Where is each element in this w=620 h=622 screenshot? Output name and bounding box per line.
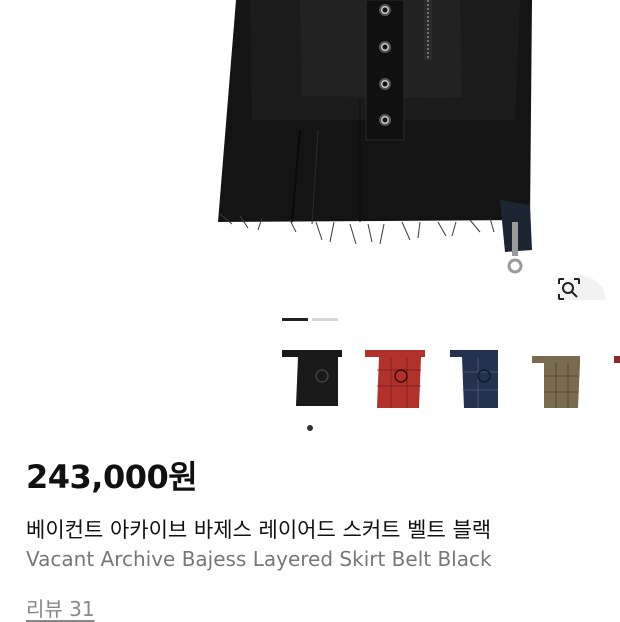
skirt-thumbnail-red [365, 350, 425, 408]
thumbnail-red-partial[interactable] [612, 340, 620, 418]
product-main-image[interactable] [0, 0, 620, 300]
skirt-thumbnail-black [282, 350, 342, 406]
image-pager [282, 318, 338, 321]
product-title-ko: 베이컨트 아카이브 바제스 레이어드 스커트 벨트 블랙 [26, 518, 492, 542]
skirt-thumbnail-navy [450, 350, 498, 408]
color-thumbnails [0, 340, 620, 430]
product-title-en: Vacant Archive Bajess Layered Skirt Belt… [26, 547, 492, 571]
thumbnail-black[interactable] [282, 340, 362, 418]
pager-dot-active [282, 318, 308, 321]
skirt-thumbnail-brown-check [532, 356, 580, 408]
product-price: 243,000원 [26, 458, 198, 496]
lens-search-icon [558, 278, 580, 300]
selected-thumbnail-indicator [307, 425, 313, 431]
thumbnail-red[interactable] [365, 340, 445, 418]
pager-dot [312, 318, 338, 321]
thumbnail-navy[interactable] [450, 340, 530, 418]
reviews-link[interactable]: 리뷰 31 [26, 593, 95, 622]
thumbnail-brown-check[interactable] [532, 340, 612, 418]
skirt-thumbnail-partial [614, 356, 620, 363]
skirt-photo [218, 0, 532, 274]
